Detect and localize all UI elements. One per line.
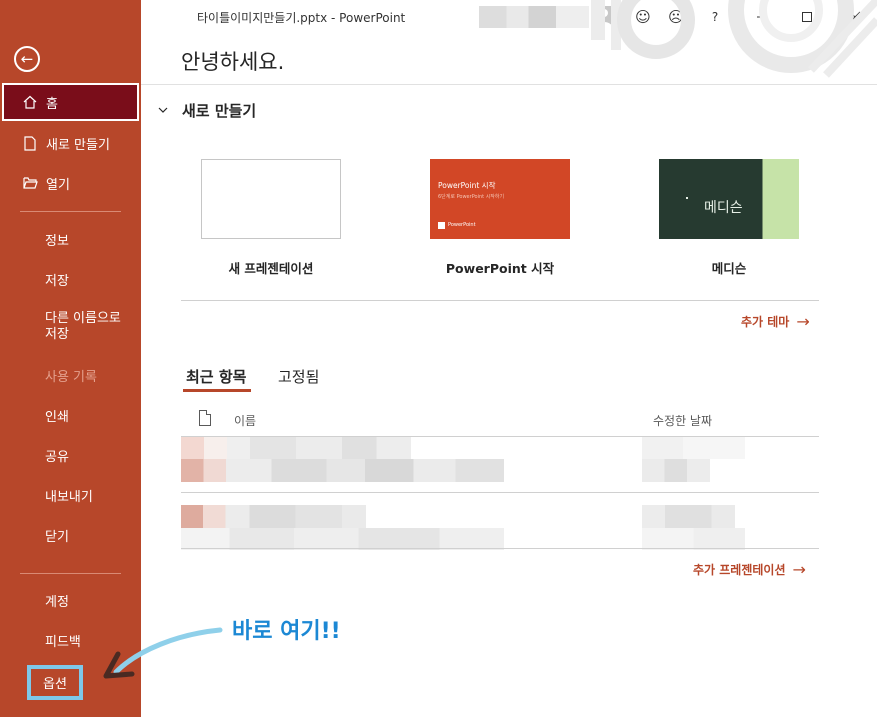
sidebar-item-label: 계정 xyxy=(45,594,69,610)
sidebar-item-new[interactable]: 새로 만들기 xyxy=(0,125,141,161)
annotation-text: 바로 여기!! xyxy=(232,619,341,644)
backstage-sidebar: ← 홈 새로 만들기 열기 정보 저장 다른 이름으로 저장 사용 기록 인쇄 … xyxy=(0,0,141,717)
tab-active-indicator xyxy=(183,389,251,392)
annotation-arrow-icon xyxy=(103,627,223,679)
thumbnail-title: PowerPoint 시작 xyxy=(438,181,496,190)
sidebar-item-close[interactable]: 닫기 xyxy=(0,517,141,553)
template-label[interactable]: PowerPoint 시작 xyxy=(400,258,600,277)
more-themes-link[interactable]: 추가 테마 → xyxy=(741,312,810,331)
sidebar-item-history: 사용 기록 xyxy=(0,357,141,393)
sidebar-divider xyxy=(20,573,121,574)
sidebar-item-label: 피드백 xyxy=(45,634,81,650)
file-icon xyxy=(199,410,211,426)
arrow-right-icon: → xyxy=(796,312,810,331)
sidebar-item-label: 새로 만들기 xyxy=(46,137,110,153)
back-arrow-icon[interactable]: ← xyxy=(14,46,40,72)
sidebar-item-options[interactable]: 옵션 xyxy=(27,665,83,700)
powerpoint-logo-icon xyxy=(438,222,445,229)
new-section-header[interactable]: 새로 만들기 xyxy=(158,100,256,121)
thumbnail-logo-text: PowerPoint xyxy=(448,222,476,228)
sidebar-item-open[interactable]: 열기 xyxy=(0,165,141,201)
template-powerpoint-start-thumbnail[interactable]: PowerPoint 시작 6단계로 PowerPoint 시작하기 Power… xyxy=(430,159,570,239)
column-header-modified[interactable]: 수정한 날짜 xyxy=(653,412,712,429)
sidebar-item-label: 홈 xyxy=(46,96,58,112)
sidebar-item-save[interactable]: 저장 xyxy=(0,261,141,297)
sidebar-item-home[interactable]: 홈 xyxy=(2,83,139,121)
sidebar-item-label: 사용 기록 xyxy=(45,369,97,385)
sidebar-item-save-as[interactable]: 다른 이름으로 저장 xyxy=(0,307,141,347)
sidebar-divider xyxy=(20,211,121,212)
more-presentations-link[interactable]: 추가 프레젠테이션 → xyxy=(693,560,806,579)
sidebar-item-label: 공유 xyxy=(45,449,69,465)
sidebar-item-share[interactable]: 공유 xyxy=(0,437,141,473)
sidebar-item-label: 열기 xyxy=(46,177,70,193)
home-icon xyxy=(20,95,40,109)
account-name-blurred xyxy=(479,6,589,28)
section-divider xyxy=(181,300,819,301)
thumbnail-subtitle: 6단계로 PowerPoint 시작하기 xyxy=(438,194,505,200)
sidebar-item-label: 정보 xyxy=(45,233,69,249)
new-file-icon xyxy=(20,135,40,151)
backstage-header: 안녕하세요. xyxy=(141,34,877,84)
sidebar-item-print[interactable]: 인쇄 xyxy=(0,397,141,433)
template-medison-thumbnail[interactable]: 메디슨 xyxy=(659,159,799,239)
row-divider xyxy=(181,492,819,493)
folder-open-icon xyxy=(20,177,40,189)
column-header-name[interactable]: 이름 xyxy=(234,412,256,429)
template-label[interactable]: 메디슨 xyxy=(629,258,829,277)
section-title: 새로 만들기 xyxy=(182,102,257,120)
sidebar-item-label: 저장 xyxy=(45,273,69,289)
sidebar-item-label: 닫기 xyxy=(45,529,69,545)
sidebar-item-label: 내보내기 xyxy=(45,489,93,505)
tab-pinned[interactable]: 고정됨 xyxy=(278,366,319,387)
tab-recent[interactable]: 최근 항목 xyxy=(186,366,246,387)
sidebar-item-label: 저장 xyxy=(45,327,69,342)
arrow-right-icon: → xyxy=(792,560,806,579)
window-title: 타이틀이미지만들기.pptx - PowerPoint xyxy=(197,11,406,25)
sidebar-item-label: 옵션 xyxy=(43,677,67,692)
sidebar-item-account[interactable]: 계정 xyxy=(0,582,141,618)
thumbnail-title: 메디슨 xyxy=(704,200,743,216)
sidebar-item-export[interactable]: 내보내기 xyxy=(0,477,141,513)
link-label: 추가 프레젠테이션 xyxy=(693,563,786,577)
row-divider xyxy=(181,548,819,549)
sidebar-item-label: 인쇄 xyxy=(45,409,69,425)
page-title: 안녕하세요. xyxy=(181,50,285,74)
template-blank-thumbnail[interactable] xyxy=(201,159,341,239)
sidebar-item-info[interactable]: 정보 xyxy=(0,221,141,257)
link-label: 추가 테마 xyxy=(741,315,790,329)
chevron-down-icon xyxy=(158,104,168,117)
sidebar-item-label: 다른 이름으로 xyxy=(45,311,121,326)
template-label[interactable]: 새 프레젠테이션 xyxy=(171,258,371,277)
header-divider xyxy=(141,84,877,85)
